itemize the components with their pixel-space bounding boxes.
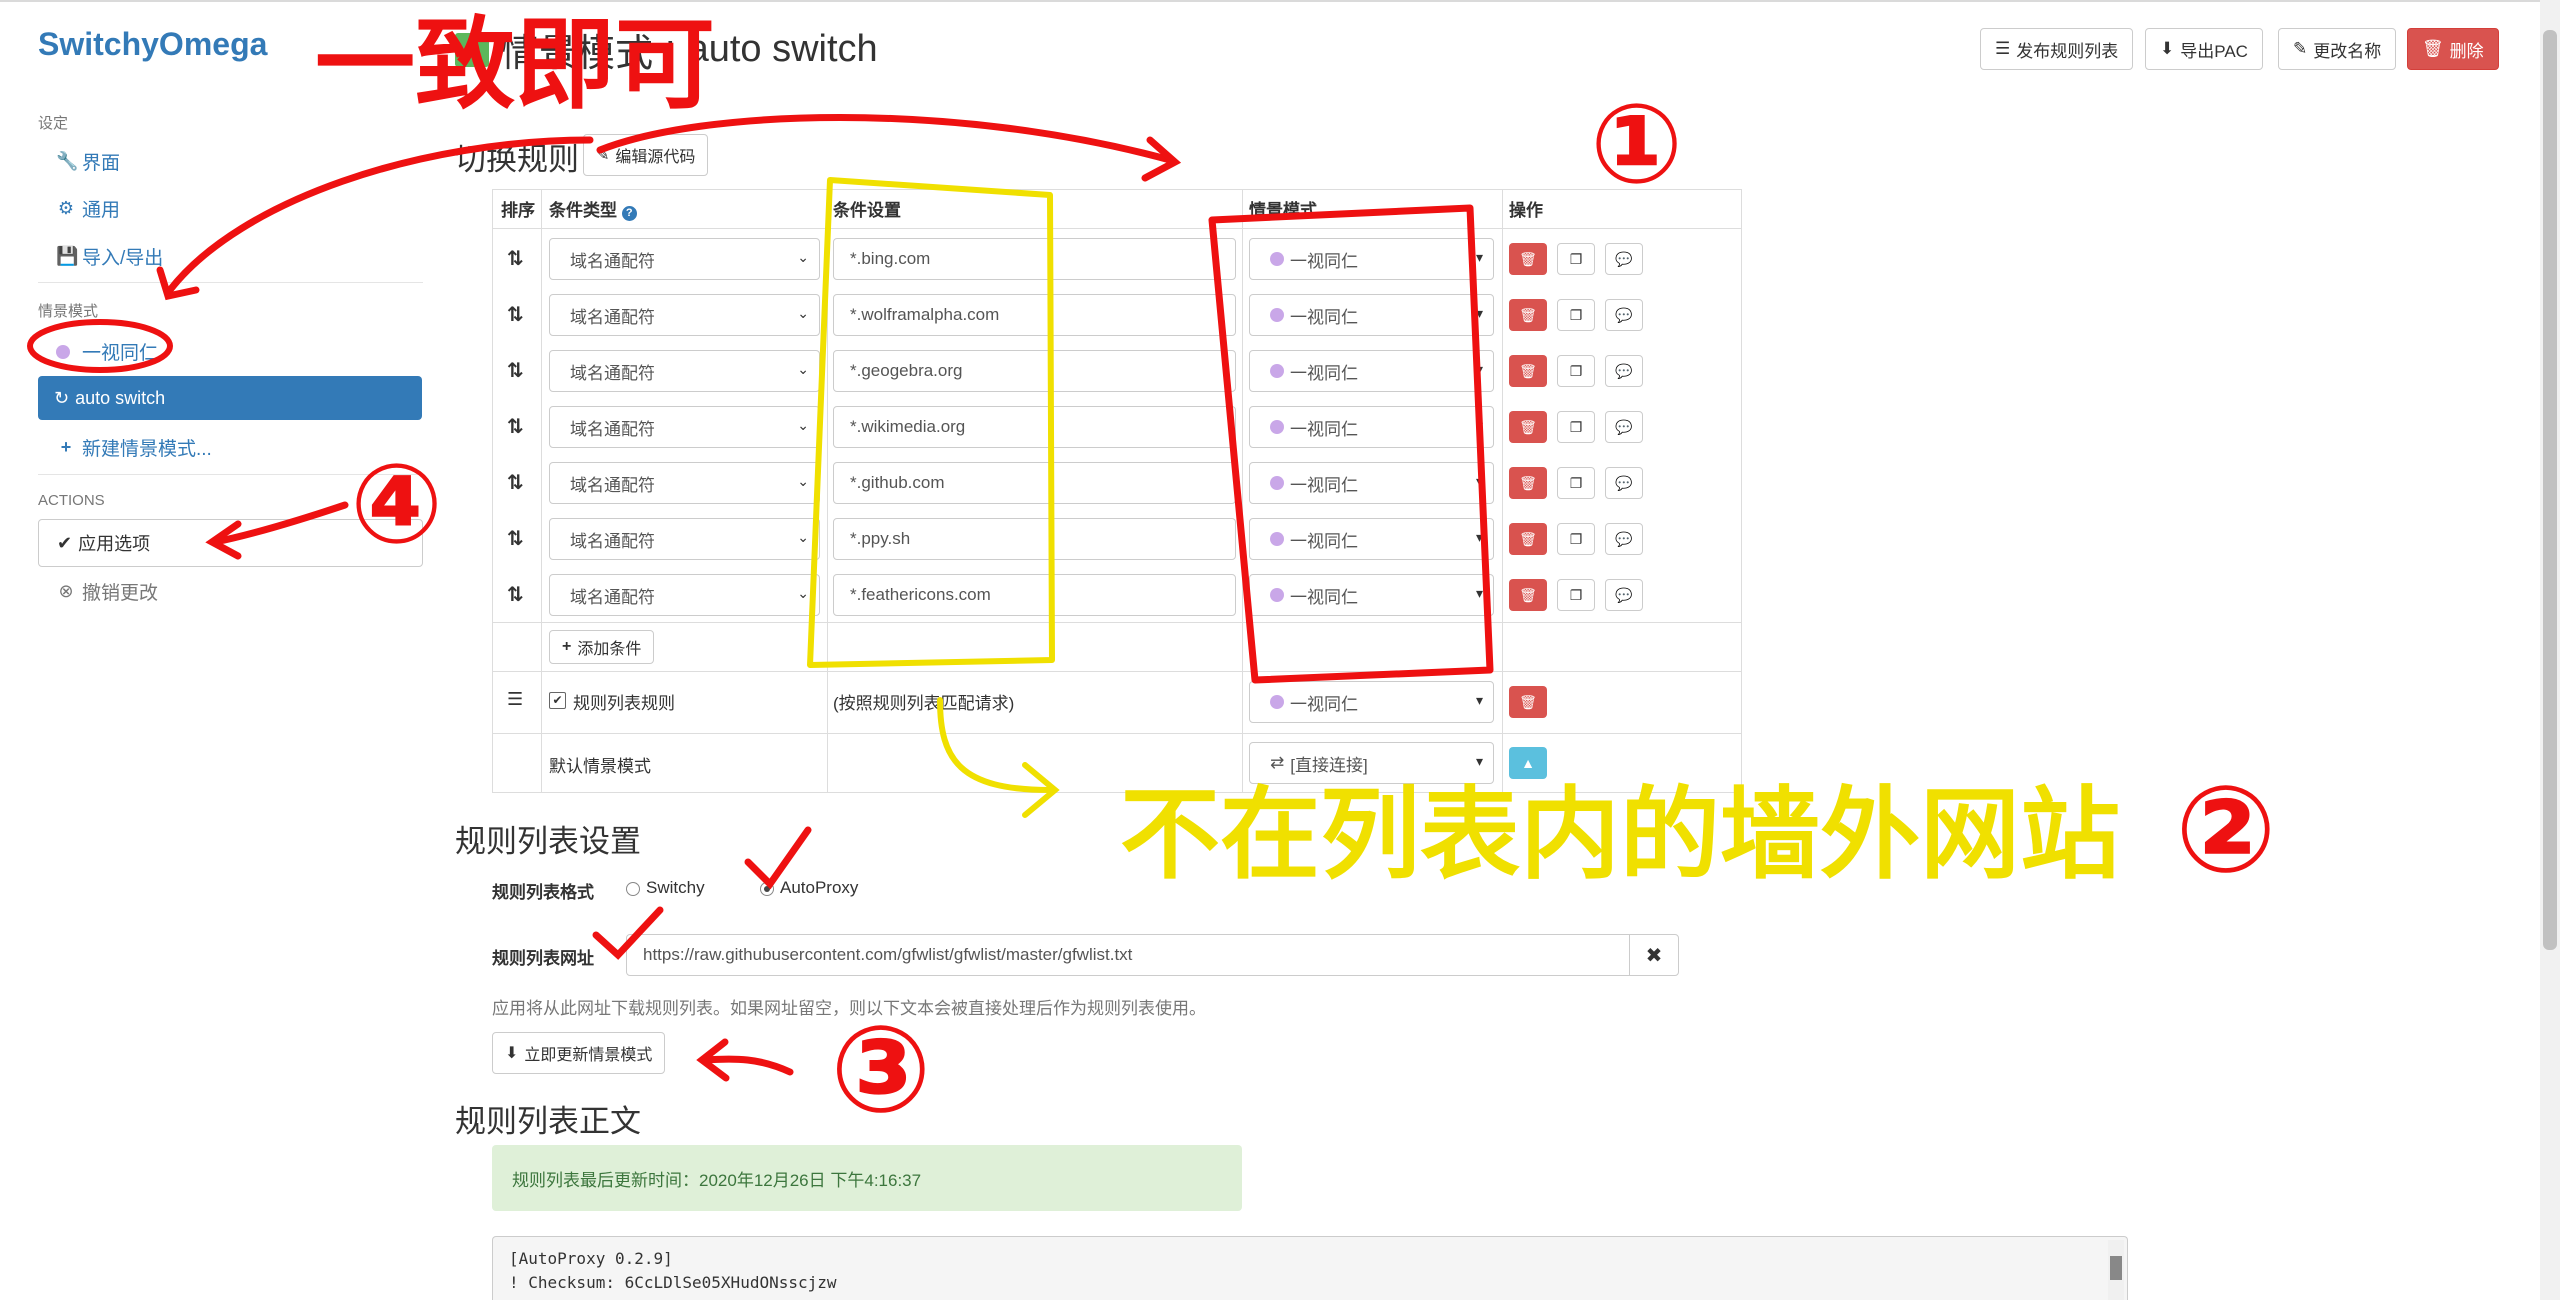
annotation-check-autoproxy <box>744 826 812 890</box>
annotation-overlay <box>27 114 1494 1082</box>
annotation-number-2: ② <box>2175 763 2277 897</box>
page-scrollthumb[interactable] <box>2543 30 2557 950</box>
annotation-number-4: ④ <box>350 443 444 566</box>
annotation-circle-profile <box>27 319 173 373</box>
annotation-box-profile-column <box>1208 204 1494 684</box>
annotation-note-outside-sites: 不在列表内的墙外网站 <box>1120 779 2120 891</box>
annotation-arrow-right <box>596 114 1174 164</box>
annotation-check-url <box>592 906 664 960</box>
annotation-arrow-yellow <box>937 697 1053 793</box>
annotation-arrow-left <box>166 136 594 294</box>
annotation-number-3: ③ <box>830 1003 932 1137</box>
annotation-box-condition-column <box>807 177 1055 668</box>
annotation-note-consistent: 一致即可 <box>315 9 715 121</box>
annotation-number-1: ① <box>1590 83 1684 206</box>
